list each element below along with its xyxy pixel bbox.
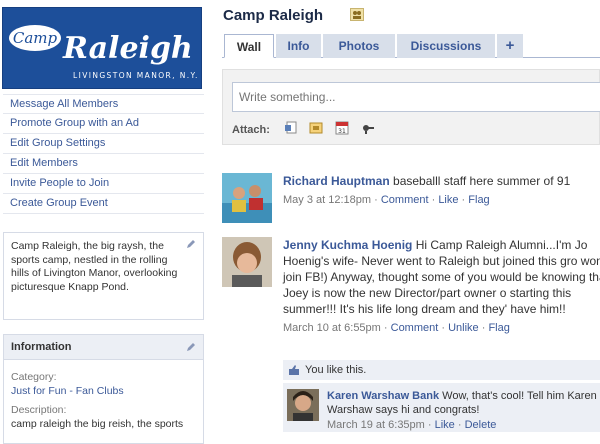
description-value: camp raleigh the big reish, the sports [11, 418, 184, 430]
tab-wall[interactable]: Wall [224, 34, 274, 58]
attach-event-icon[interactable]: 31 [335, 121, 349, 135]
tab-discussions[interactable]: Discussions [397, 34, 495, 58]
category-value-link[interactable]: Just for Fun - Fan Clubs [11, 384, 196, 398]
post-body: Richard Hauptman baseballl staff here su… [283, 173, 600, 208]
post-body: Jenny Kuchma Hoenig Hi Camp Raleigh Alum… [283, 237, 600, 336]
promote-group-link[interactable]: Promote Group with an Ad [3, 114, 204, 134]
comment-link[interactable]: Comment [381, 194, 429, 206]
group-icon [350, 8, 364, 21]
post-text: baseballl staff here summer of 91 [393, 174, 571, 188]
post-meta: March 10 at 6:55pm · Comment · Unlike · … [283, 322, 510, 334]
add-tab-button[interactable]: + [497, 34, 523, 58]
attach-label: Attach: [232, 124, 270, 136]
post-meta: May 3 at 12:18pm · Comment · Like · Flag [283, 194, 490, 206]
likes-bar: You like this. [283, 360, 600, 380]
logo-word-camp: Camp [13, 29, 58, 47]
message-all-members-link[interactable]: Message All Members [3, 94, 204, 114]
comment-link[interactable]: Comment [391, 322, 439, 334]
avatar[interactable] [222, 173, 272, 223]
attach-photo-icon[interactable] [284, 121, 298, 135]
edit-members-link[interactable]: Edit Members [3, 154, 204, 174]
comment-body: Karen Warshaw Bank Wow, that's cool! Tel… [327, 389, 600, 432]
left-column: Camp Raleigh LIVINGSTON MANOR, N.Y. Mess… [0, 0, 210, 444]
post-author-link[interactable]: Jenny Kuchma Hoenig [283, 238, 412, 252]
information-body: Category: Just for Fun - Fan Clubs Descr… [4, 360, 203, 441]
wall-composer: Attach: 31 [222, 69, 600, 145]
create-group-event-link[interactable]: Create Group Event [3, 194, 204, 214]
comment-author-link[interactable]: Karen Warshaw Bank [327, 390, 439, 402]
invite-people-link[interactable]: Invite People to Join [3, 174, 204, 194]
comment-time: March 19 at 6:35pm [327, 419, 425, 431]
post-time: March 10 at 6:55pm [283, 322, 381, 334]
information-box: Information Category: Just for Fun - Fan… [3, 334, 204, 444]
description-label: Description: [11, 404, 67, 416]
post-author-link[interactable]: Richard Hauptman [283, 174, 390, 188]
tab-info[interactable]: Info [276, 34, 321, 58]
post-time: May 3 at 12:18pm [283, 194, 372, 206]
flag-link[interactable]: Flag [488, 322, 509, 334]
category-label: Category: [11, 371, 57, 383]
flag-link[interactable]: Flag [468, 194, 489, 206]
like-link[interactable]: Like [438, 194, 458, 206]
avatar[interactable] [222, 237, 272, 287]
group-logo[interactable]: Camp Raleigh LIVINGSTON MANOR, N.Y. [2, 7, 202, 89]
unlike-link[interactable]: Unlike [448, 322, 479, 334]
wall-post-input[interactable] [232, 82, 600, 112]
group-description-text: Camp Raleigh, the big raysh, the sports … [11, 240, 178, 293]
svg-text:31: 31 [338, 128, 346, 135]
group-actions-list: Message All Members Promote Group with a… [3, 94, 204, 214]
attach-video-icon[interactable] [309, 121, 323, 135]
edit-group-settings-link[interactable]: Edit Group Settings [3, 134, 204, 154]
information-header: Information [4, 335, 203, 360]
likes-text: You like this. [305, 364, 367, 376]
attach-link-icon[interactable] [361, 121, 375, 135]
main-column: Camp Raleigh Wall Info Photos Discussion… [222, 0, 600, 432]
logo-tagline: LIVINGSTON MANOR, N.Y. [73, 71, 199, 80]
comment-like-link[interactable]: Like [435, 419, 455, 431]
logo-word-raleigh: Raleigh [62, 31, 193, 66]
thumbs-up-icon [289, 365, 299, 375]
information-title: Information [11, 341, 72, 353]
comment-avatar[interactable] [287, 389, 319, 421]
tab-photos[interactable]: Photos [323, 34, 395, 58]
page-title: Camp Raleigh [223, 7, 324, 24]
comment-item: Karen Warshaw Bank Wow, that's cool! Tel… [283, 382, 600, 432]
group-description-box: Camp Raleigh, the big raysh, the sports … [3, 232, 204, 320]
comment-delete-link[interactable]: Delete [465, 419, 497, 431]
edit-pencil-icon[interactable] [186, 239, 196, 249]
comment-meta: March 19 at 6:35pm · Like · Delete [327, 419, 497, 431]
edit-info-pencil-icon[interactable] [186, 342, 196, 352]
